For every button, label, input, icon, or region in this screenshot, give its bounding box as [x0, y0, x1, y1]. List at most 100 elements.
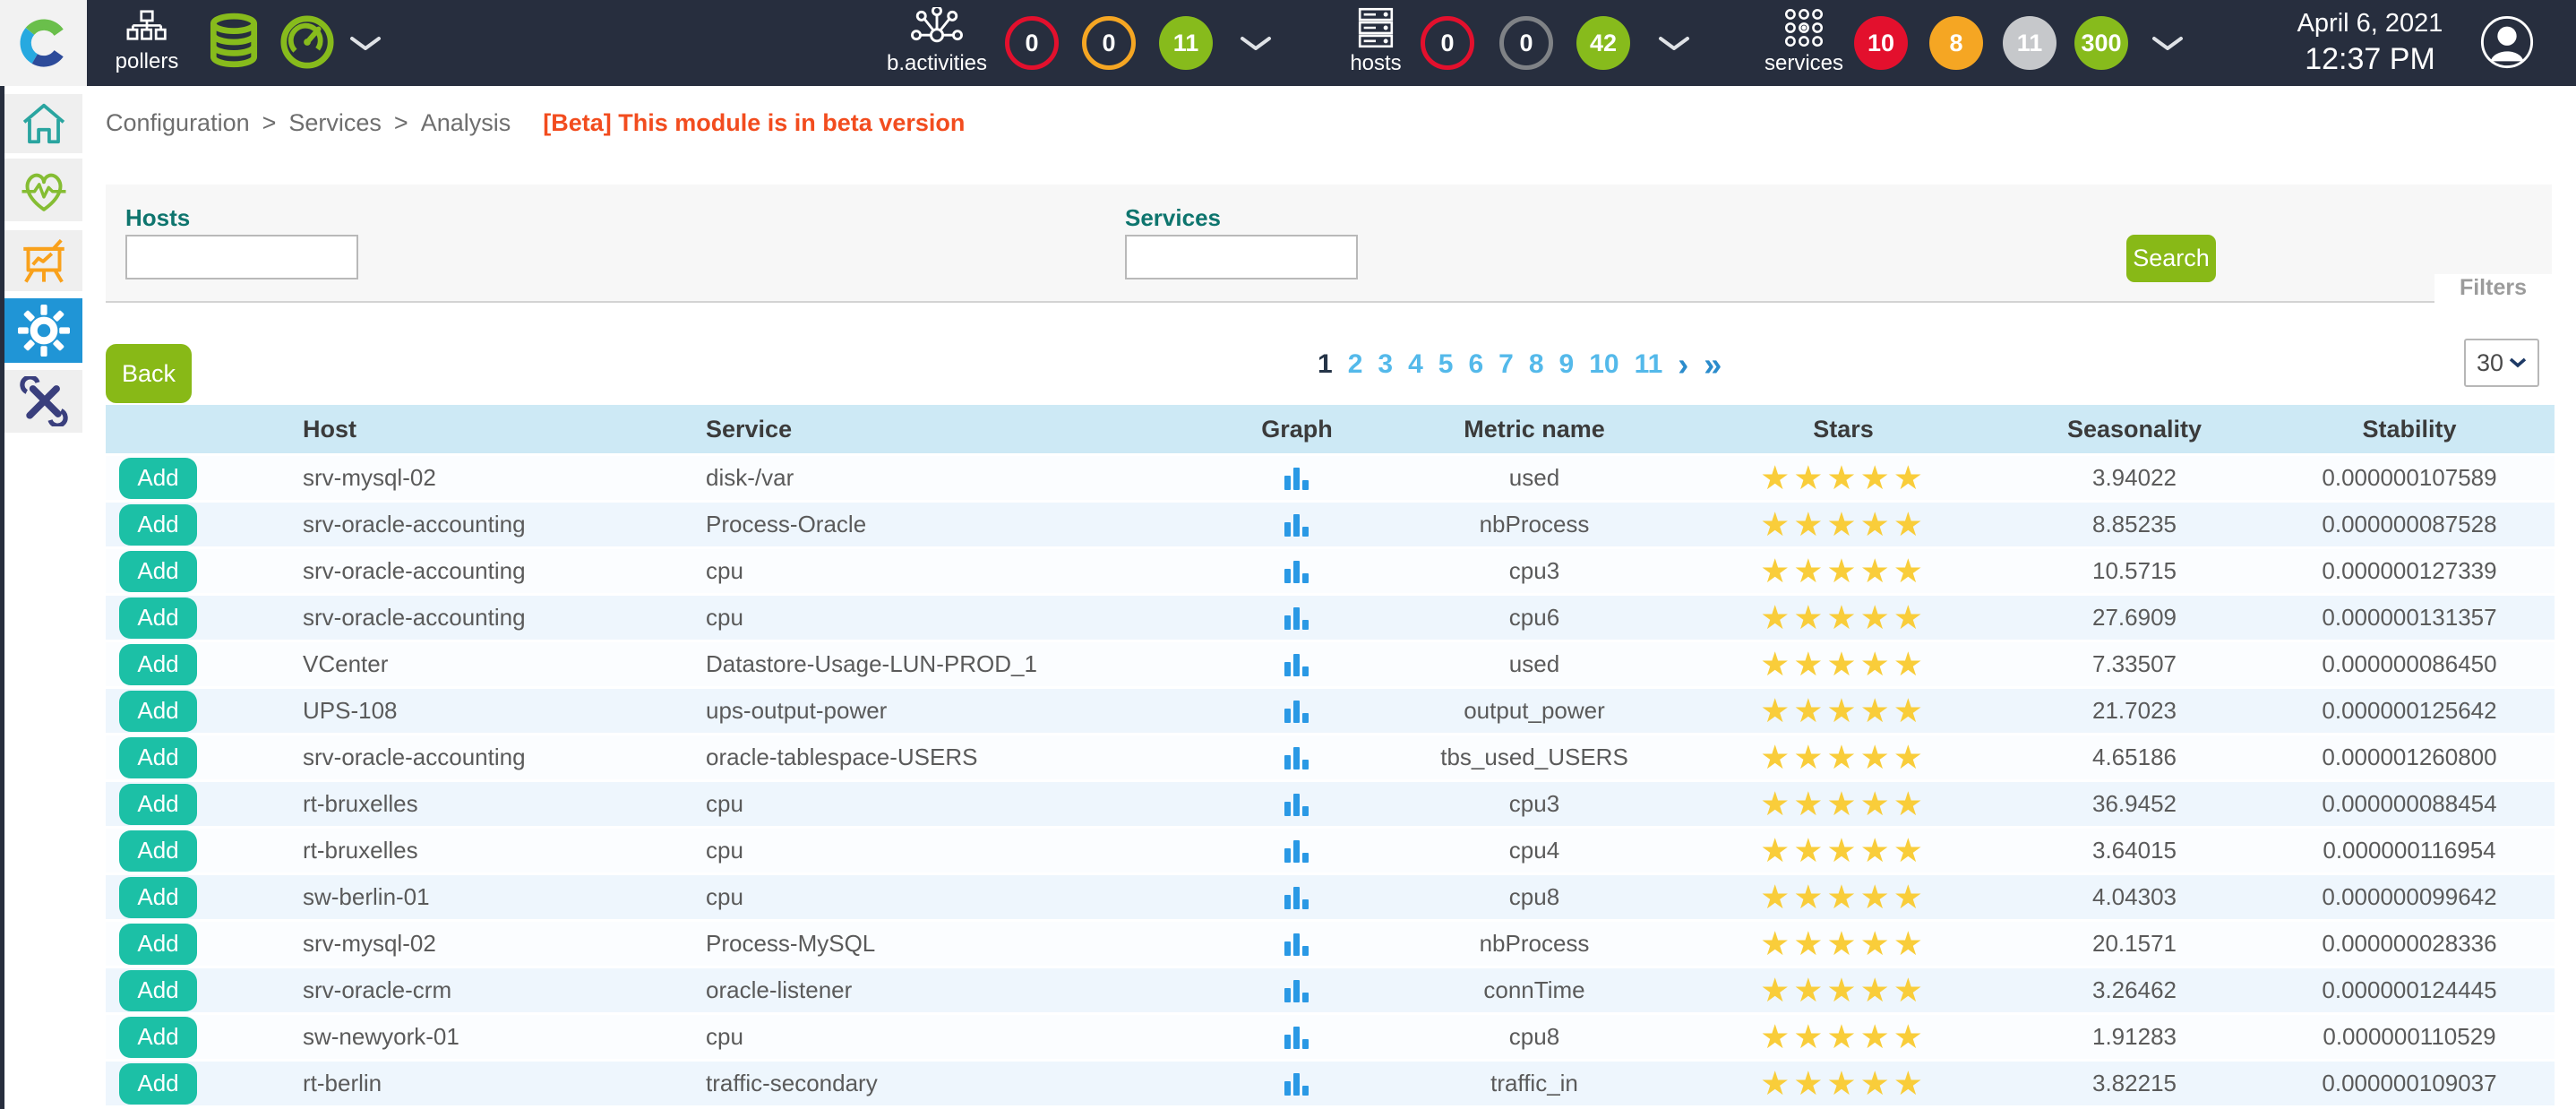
search-button[interactable]: Search — [2126, 235, 2216, 282]
page-number[interactable]: 3 — [1378, 349, 1393, 380]
add-button[interactable]: Add — [119, 644, 197, 685]
metric-cell: nbProcess — [1387, 511, 1682, 538]
topbar-group-bactivities[interactable]: b.activities — [883, 7, 991, 76]
poller-database-icon[interactable] — [204, 12, 263, 77]
filters-panel-tab[interactable]: Filters — [2434, 274, 2552, 303]
back-button[interactable]: Back — [106, 344, 192, 403]
hosts-critical-counter[interactable]: 0 — [1421, 16, 1474, 70]
topbar-group-pollers[interactable]: pollers — [113, 7, 181, 74]
page-number[interactable]: 9 — [1559, 349, 1575, 380]
graph-cell[interactable] — [1207, 838, 1387, 864]
bactivities-ok-counter[interactable]: 11 — [1159, 16, 1213, 70]
bactivities-warning-counter[interactable]: 0 — [1082, 16, 1136, 70]
sidebar-item-reporting[interactable] — [4, 230, 82, 291]
next-page-icon[interactable]: › — [1678, 351, 1688, 378]
graph-cell[interactable] — [1207, 744, 1387, 771]
seasonality-cell: 3.94022 — [2005, 464, 2264, 492]
page-size-select[interactable]: 30 — [2464, 339, 2539, 387]
bar-chart-icon — [1283, 605, 1311, 632]
last-page-icon[interactable]: » — [1704, 351, 1722, 378]
centreon-logo[interactable] — [0, 0, 87, 86]
services-filter-input[interactable] — [1125, 235, 1358, 279]
hosts-filter-input[interactable] — [125, 235, 358, 279]
sidebar-item-monitoring[interactable] — [4, 159, 82, 221]
graph-cell[interactable] — [1207, 651, 1387, 678]
graph-cell[interactable] — [1207, 884, 1387, 911]
service-cell: traffic-secondary — [706, 1070, 1207, 1097]
stability-cell: 0.000000087528 — [2264, 511, 2555, 538]
hosts-unknown-counter[interactable]: 0 — [1499, 16, 1553, 70]
page-number[interactable]: 8 — [1529, 349, 1544, 380]
pagination: 1 2 3 4 5 6 7 8 9 10 11 › » — [1318, 349, 1722, 380]
sidebar-item-administration[interactable] — [4, 370, 82, 433]
sidebar-item-home[interactable] — [4, 94, 82, 153]
add-button[interactable]: Add — [119, 504, 197, 546]
page-number[interactable]: 11 — [1635, 349, 1663, 380]
graph-cell[interactable] — [1207, 977, 1387, 1004]
table-row: Add rt-berlin traffic-secondary traffic_… — [106, 1062, 2555, 1108]
add-button[interactable]: Add — [119, 551, 197, 592]
add-button[interactable]: Add — [119, 691, 197, 732]
add-cell: Add — [106, 551, 303, 592]
poller-latency-gauge-icon[interactable] — [279, 14, 335, 74]
breadcrumb-configuration[interactable]: Configuration — [106, 109, 250, 137]
breadcrumb-services[interactable]: Services — [288, 109, 382, 137]
page-number[interactable]: 4 — [1408, 349, 1423, 380]
graph-cell[interactable] — [1207, 605, 1387, 632]
add-button[interactable]: Add — [119, 924, 197, 965]
service-cell: Datastore-Usage-LUN-PROD_1 — [706, 650, 1207, 678]
page-number[interactable]: 5 — [1438, 349, 1454, 380]
page-number[interactable]: 1 — [1318, 349, 1333, 380]
hosts-ok-counter[interactable]: 42 — [1576, 16, 1630, 70]
add-button[interactable]: Add — [119, 1063, 197, 1105]
user-avatar[interactable] — [2479, 14, 2535, 74]
services-ok-counter[interactable]: 300 — [2074, 16, 2128, 70]
graph-cell[interactable] — [1207, 931, 1387, 958]
page-number[interactable]: 7 — [1498, 349, 1514, 380]
graph-cell[interactable] — [1207, 512, 1387, 538]
topbar-group-services[interactable]: services — [1763, 7, 1845, 76]
hosts-chevron-down-icon[interactable] — [1658, 36, 1690, 56]
service-cell: disk-/var — [706, 464, 1207, 492]
services-unknown-counter[interactable]: 11 — [2003, 16, 2057, 70]
graph-cell[interactable] — [1207, 1070, 1387, 1097]
topbar-group-hosts[interactable]: hosts — [1340, 7, 1412, 76]
bactivities-chevron-down-icon[interactable] — [1240, 36, 1272, 56]
user-icon — [2479, 14, 2535, 70]
page-number[interactable]: 6 — [1468, 349, 1483, 380]
page-number[interactable]: 2 — [1348, 349, 1363, 380]
add-button[interactable]: Add — [119, 737, 197, 778]
table-body: Add srv-mysql-02 disk-/var used ★★★★★ 3.… — [106, 456, 2555, 1108]
pollers-chevron-down-icon[interactable] — [349, 36, 382, 56]
sidebar-item-configuration[interactable] — [4, 298, 82, 363]
add-button[interactable]: Add — [119, 1017, 197, 1058]
graph-cell[interactable] — [1207, 791, 1387, 818]
table-row: Add UPS-108 ups-output-power output_powe… — [106, 689, 2555, 735]
services-critical-counter[interactable]: 10 — [1854, 16, 1908, 70]
graph-cell[interactable] — [1207, 1024, 1387, 1051]
services-warning-counter[interactable]: 8 — [1929, 16, 1983, 70]
services-chevron-down-icon[interactable] — [2151, 36, 2184, 56]
main-content: Configuration > Services > Analysis [Bet… — [87, 86, 2576, 1109]
seasonality-cell: 3.26462 — [2005, 976, 2264, 1004]
table-row: Add srv-mysql-02 disk-/var used ★★★★★ 3.… — [106, 456, 2555, 503]
add-button[interactable]: Add — [119, 970, 197, 1011]
gear-icon — [18, 305, 70, 357]
metric-cell: traffic_in — [1387, 1070, 1682, 1097]
page-number[interactable]: 10 — [1589, 349, 1619, 380]
breadcrumb-analysis[interactable]: Analysis — [421, 109, 511, 137]
service-cell: cpu — [706, 1023, 1207, 1051]
graph-cell[interactable] — [1207, 558, 1387, 585]
add-button[interactable]: Add — [119, 830, 197, 872]
graph-cell[interactable] — [1207, 465, 1387, 492]
add-button[interactable]: Add — [119, 597, 197, 639]
seasonality-cell: 7.33507 — [2005, 650, 2264, 678]
services-label: services — [1765, 51, 1843, 76]
bactivities-critical-counter[interactable]: 0 — [1005, 16, 1059, 70]
add-button[interactable]: Add — [119, 784, 197, 825]
host-cell: rt-berlin — [303, 1070, 706, 1097]
add-button[interactable]: Add — [119, 877, 197, 918]
add-button[interactable]: Add — [119, 458, 197, 499]
graph-cell[interactable] — [1207, 698, 1387, 725]
bar-chart-icon — [1283, 651, 1311, 678]
